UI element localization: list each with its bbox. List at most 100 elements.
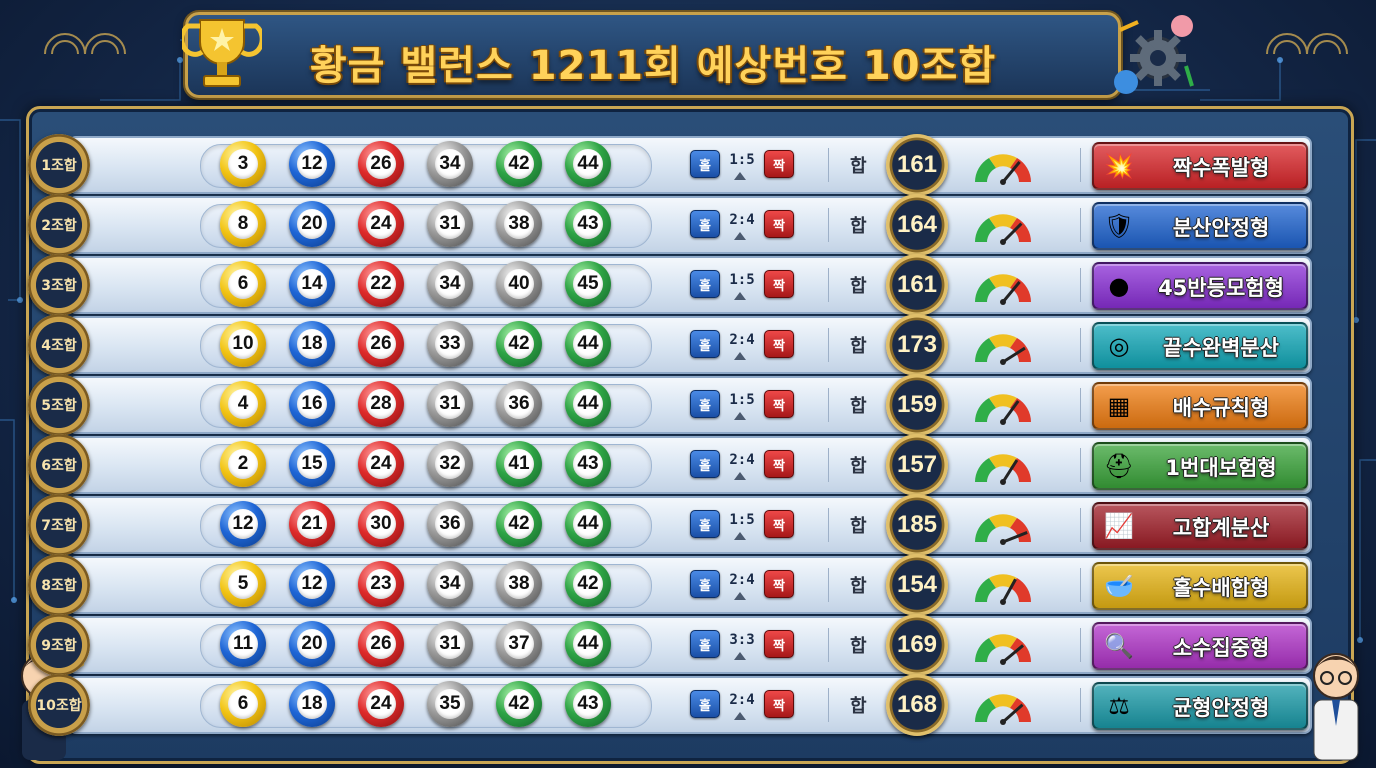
combination-medal: 2조합 (28, 194, 90, 256)
strategy-type-badge: 🛡 분산안정형 (1092, 202, 1308, 250)
gauge-icon (975, 514, 1031, 545)
odd-label: 홀 (690, 270, 720, 298)
odd-label: 홀 (690, 150, 720, 178)
lotto-ball: 23 (358, 561, 404, 607)
odd-label: 홀 (690, 570, 720, 598)
odd-label: 홀 (690, 210, 720, 238)
lotto-ball-number: 44 (573, 509, 603, 539)
lotto-ball: 33 (427, 321, 473, 367)
balance-icon (734, 412, 746, 420)
strategy-type-label: 고합계분산 (1172, 516, 1270, 540)
lotto-ball: 44 (565, 621, 611, 667)
gauge-icon (975, 694, 1031, 725)
divider (828, 508, 829, 542)
strategy-type-badge: ⛑ 1번대보험형 (1092, 442, 1308, 490)
lotto-ball-number: 36 (504, 389, 534, 419)
strategy-type-badge: ⚖ 균형안정형 (1092, 682, 1308, 730)
lotto-ball-number: 6 (228, 269, 258, 299)
lotto-ball: 42 (565, 561, 611, 607)
helmet-icon: ⛑ (1103, 452, 1135, 480)
lotto-ball: 18 (289, 681, 335, 727)
lotto-ball-number: 12 (297, 149, 327, 179)
lotto-ball: 35 (427, 681, 473, 727)
even-label: 짝 (764, 210, 794, 238)
calculator-icon: ▦ (1107, 392, 1131, 420)
shield-icon: 🛡 (1103, 212, 1135, 240)
odd-even-ratio: 홀 2:4 짝 (690, 450, 800, 480)
lotto-ball-number: 26 (366, 629, 396, 659)
sum-value: 161 (886, 134, 948, 196)
lotto-ball-number: 35 (435, 689, 465, 719)
strategy-type-badge: ◎ 끝수완벽분산 (1092, 322, 1308, 370)
target-icon: ◎ (1108, 332, 1130, 360)
sum-value: 164 (886, 194, 948, 256)
lotto-ball: 38 (496, 201, 542, 247)
lotto-ball: 31 (427, 201, 473, 247)
lotto-ball-number: 3 (228, 149, 258, 179)
combination-row: 8 20 24 31 38 43 홀 2:4 짝 합 🛡 분산안정형 (68, 196, 1312, 254)
lotto-ball: 43 (565, 681, 611, 727)
lotto-ball-number: 44 (573, 389, 603, 419)
lotto-ball: 34 (427, 261, 473, 307)
lotto-ball: 10 (220, 321, 266, 367)
lotto-ball-number: 31 (435, 389, 465, 419)
sum-label: 합 (850, 696, 867, 717)
lotto-ball-number: 44 (573, 329, 603, 359)
sum-label: 합 (850, 636, 867, 657)
magnifier-icon: 🔍 (1104, 632, 1134, 660)
divider (828, 148, 829, 182)
lotto-ball: 4 (220, 381, 266, 427)
combination-medal: 10조합 (28, 674, 90, 736)
lotto-ball: 21 (289, 501, 335, 547)
odd-label: 홀 (690, 450, 720, 478)
lotto-ball-number: 21 (297, 509, 327, 539)
divider (1080, 328, 1081, 362)
lotto-ball: 15 (289, 441, 335, 487)
lotto-ball: 42 (496, 321, 542, 367)
strategy-type-badge: ● 45반등모험형 (1092, 262, 1308, 310)
sum-value: 169 (886, 614, 948, 676)
balance-icon (734, 652, 746, 660)
sum-value: 185 (886, 494, 948, 556)
lotto-ball-number: 24 (366, 689, 396, 719)
lotto-ball: 24 (358, 441, 404, 487)
page-title: 황금 밸런스 1211회 예상번호 10조합 (309, 43, 997, 89)
lotto-ball-number: 28 (366, 389, 396, 419)
lotto-ball-number: 26 (366, 329, 396, 359)
lotto-ball: 26 (358, 621, 404, 667)
lotto-ball: 44 (565, 321, 611, 367)
strategy-type-label: 홀수배합형 (1172, 576, 1270, 600)
even-label: 짝 (764, 330, 794, 358)
divider (1080, 388, 1081, 422)
strategy-type-badge: 📈 고합계분산 (1092, 502, 1308, 550)
lotto-ball-number: 34 (435, 149, 465, 179)
combination-medal: 9조합 (28, 614, 90, 676)
lotto-ball-number: 31 (435, 209, 465, 239)
ratio-value: 1:5 (729, 272, 755, 288)
wave-ornament-left (44, 33, 126, 55)
balance-icon (734, 352, 746, 360)
lotto-ball: 20 (289, 621, 335, 667)
lotto-ball-number: 18 (297, 689, 327, 719)
combination-medal: 6조합 (28, 434, 90, 496)
lotto-ball: 42 (496, 501, 542, 547)
sum-label: 합 (850, 276, 867, 297)
odd-even-ratio: 홀 1:5 짝 (690, 270, 800, 300)
lotto-ball: 26 (358, 321, 404, 367)
odd-even-ratio: 홀 2:4 짝 (690, 690, 800, 720)
combination-row: 4 16 28 31 36 44 홀 1:5 짝 합 ▦ 배수규칙형 (68, 376, 1312, 434)
divider (828, 268, 829, 302)
lotto-ball: 18 (289, 321, 335, 367)
lotto-ball: 45 (565, 261, 611, 307)
lotto-ball-number: 26 (366, 149, 396, 179)
strategy-type-label: 1번대보험형 (1165, 456, 1277, 480)
lotto-ball: 12 (289, 561, 335, 607)
lotto-ball: 16 (289, 381, 335, 427)
strategy-type-label: 소수집중형 (1172, 636, 1270, 660)
sum-value: 173 (886, 314, 948, 376)
lotto-ball: 12 (220, 501, 266, 547)
ratio-value: 1:5 (729, 512, 755, 528)
lotto-ball-number: 8 (228, 209, 258, 239)
sum-value: 161 (886, 254, 948, 316)
combination-medal: 7조합 (28, 494, 90, 556)
